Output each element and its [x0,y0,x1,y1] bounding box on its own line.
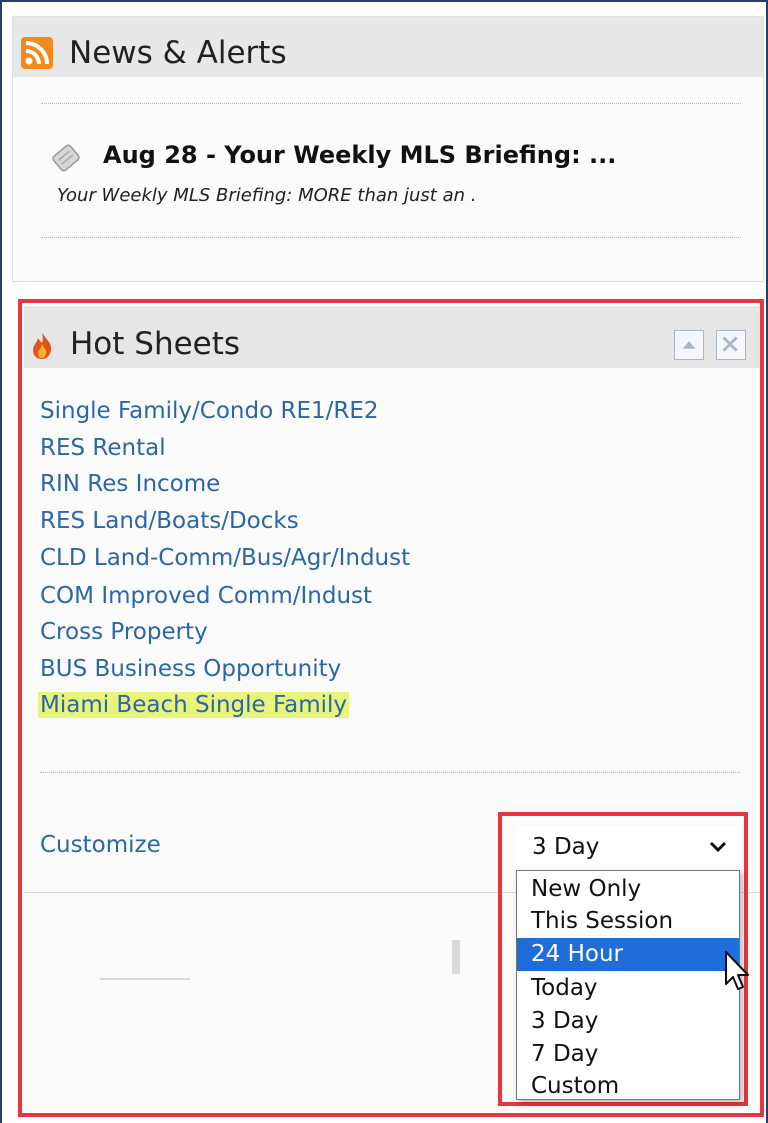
time-range-option[interactable]: This Session [517,905,739,938]
news-alerts-header: News & Alerts [13,17,763,77]
time-range-option-highlighted[interactable]: 24 Hour [517,938,739,971]
rss-icon [21,37,53,69]
mouse-cursor-icon [725,951,749,990]
news-alerts-widget: News & Alerts Aug 28 - Your Weekly MLS B… [12,16,764,282]
time-range-option[interactable]: Custom [517,1070,739,1103]
divider [41,103,741,104]
time-range-option[interactable]: 7 Day [517,1038,739,1071]
news-item-title[interactable]: Aug 28 - Your Weekly MLS Briefing: ... [103,141,616,169]
time-range-option[interactable]: Today [517,972,739,1005]
time-range-selected-value: 3 Day [532,834,600,860]
time-range-option[interactable]: 3 Day [517,1005,739,1038]
news-alerts-title: News & Alerts [69,35,287,71]
news-item-snippet: Your Weekly MLS Briefing: MORE than just… [57,185,477,206]
time-range-dropdown: New Only This Session 24 Hour Today 3 Da… [516,870,740,1100]
time-range-option[interactable]: New Only [517,873,739,906]
chevron-down-icon [709,841,727,853]
tag-icon [52,144,80,172]
time-range-select[interactable]: 3 Day [516,826,742,870]
divider [41,237,741,238]
